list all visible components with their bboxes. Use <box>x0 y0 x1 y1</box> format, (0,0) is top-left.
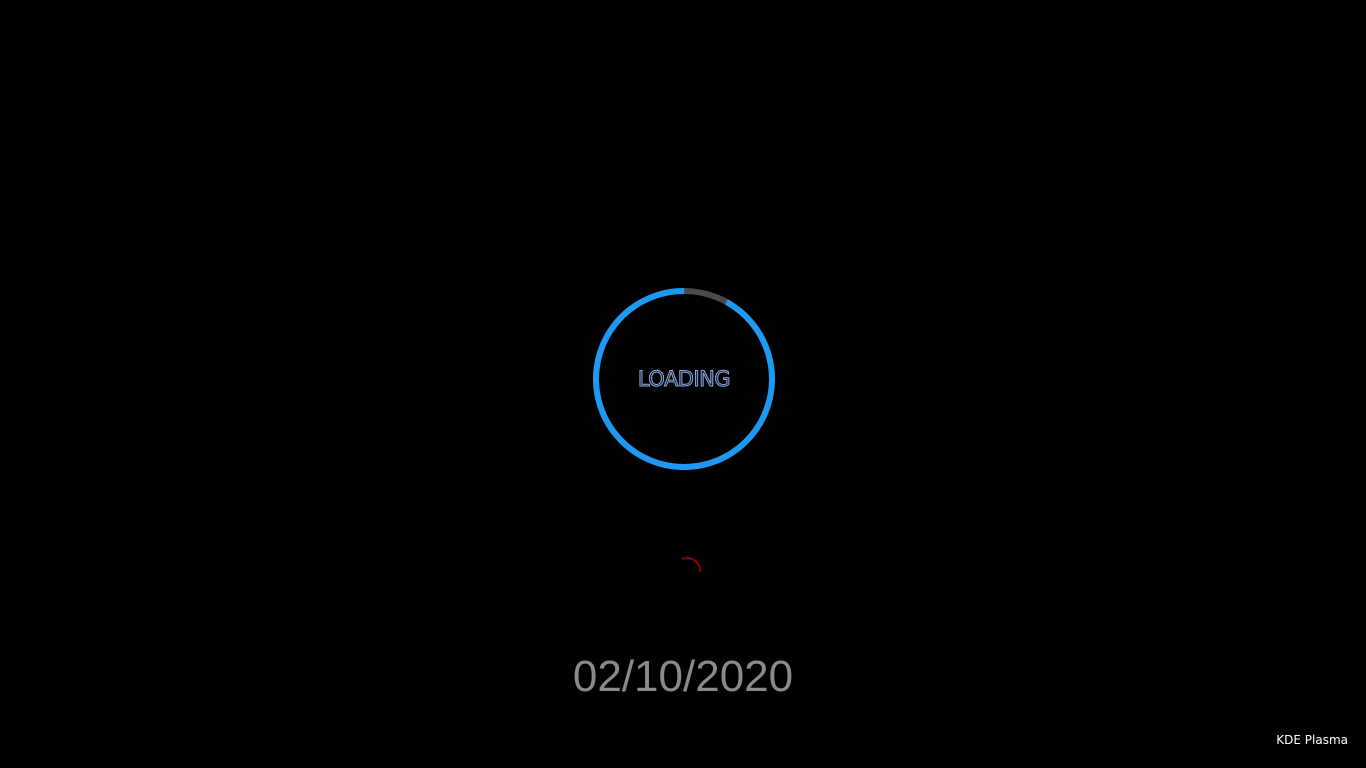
splash-screen: LOADING 02/10/2020 KDE Plasma <box>0 0 1366 768</box>
loading-progress-ring: LOADING <box>592 287 776 471</box>
spinner-arc <box>681 557 702 573</box>
kde-plasma-branding: KDE Plasma <box>1276 733 1348 747</box>
date-display: 02/10/2020 <box>572 652 794 701</box>
busy-spinner-icon <box>670 556 702 588</box>
loading-label: LOADING <box>637 367 731 392</box>
